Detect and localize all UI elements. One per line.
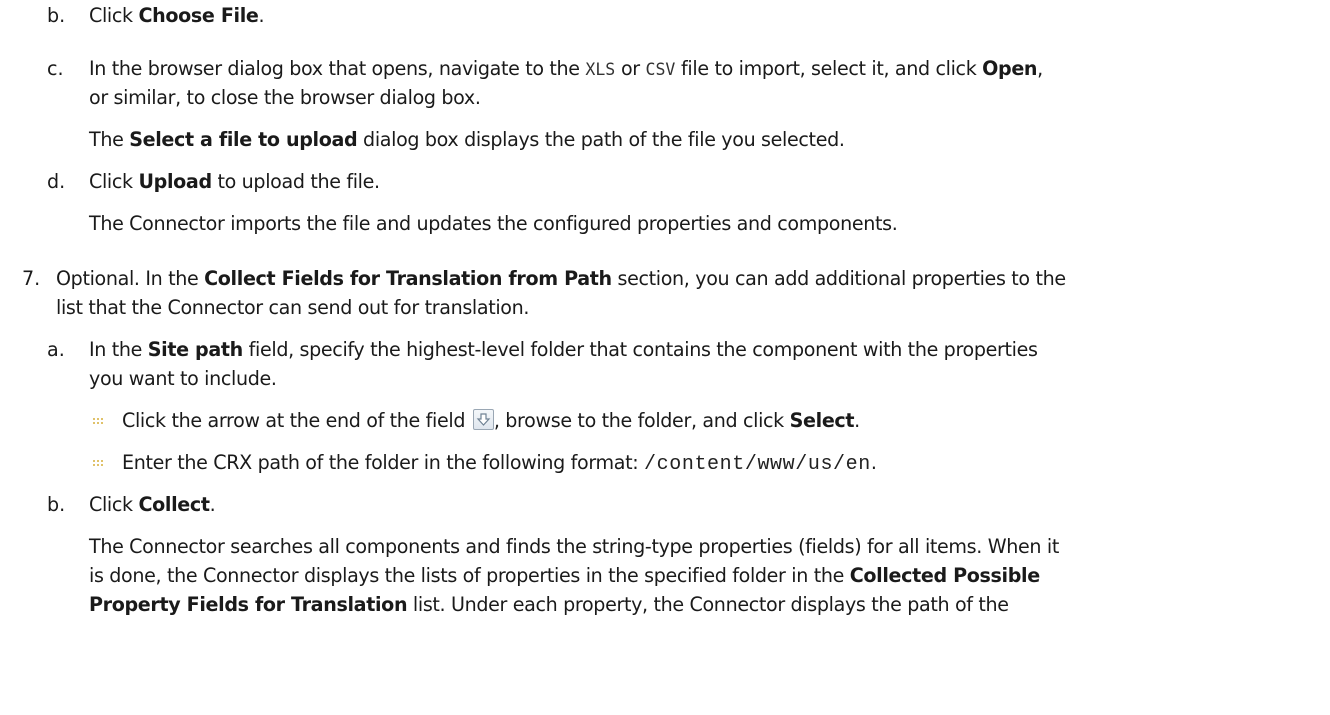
code-crx-path: /content/www/us/en — [644, 453, 871, 476]
step-d-upload: Click Upload to upload the file. — [89, 170, 380, 193]
step-c-result: The Select a file to upload dialog box d… — [89, 128, 845, 151]
arrow-down-icon — [472, 409, 494, 430]
step-b-result-line-1: The Connector searches all components an… — [89, 535, 1059, 558]
bullet-item-click-arrow: Click the arrow at the end of the field … — [122, 409, 860, 432]
bullet-marker-icon — [93, 460, 107, 470]
step-c-line-1: In the browser dialog box that opens, na… — [89, 57, 1043, 80]
step-b-result-line-3: Property Fields for Translation list. Un… — [89, 593, 1009, 616]
step-b-collect: Click Collect. — [89, 493, 216, 516]
step-c-line-2: or similar, to close the browser dialog … — [89, 86, 481, 109]
step-a-line-1: In the Site path field, specify the high… — [89, 338, 1038, 361]
step-marker-d: d. — [47, 170, 66, 193]
code-xls: XLS — [585, 60, 616, 79]
code-csv: CSV — [645, 60, 676, 79]
step-b-choose-file: Click Choose File. — [89, 4, 265, 27]
bullet-item-crx-path: Enter the CRX path of the folder in the … — [122, 451, 877, 476]
step-marker-b2: b. — [47, 493, 66, 516]
step-marker-c: c. — [47, 57, 64, 80]
step-7-line-2: list that the Connector can send out for… — [56, 296, 530, 319]
bullet-marker-icon — [93, 418, 107, 428]
step-a-line-2: you want to include. — [89, 367, 277, 390]
step-d-result: The Connector imports the file and updat… — [89, 212, 898, 235]
step-marker-a: a. — [47, 338, 65, 361]
document-page: b. Click Choose File. c. In the browser … — [0, 0, 1330, 715]
step-b-result-line-2: is done, the Connector displays the list… — [89, 564, 1040, 587]
step-marker-b: b. — [47, 4, 66, 27]
step-7-line-1: Optional. In the Collect Fields for Tran… — [56, 267, 1066, 290]
step-marker-7: 7. — [22, 267, 41, 290]
